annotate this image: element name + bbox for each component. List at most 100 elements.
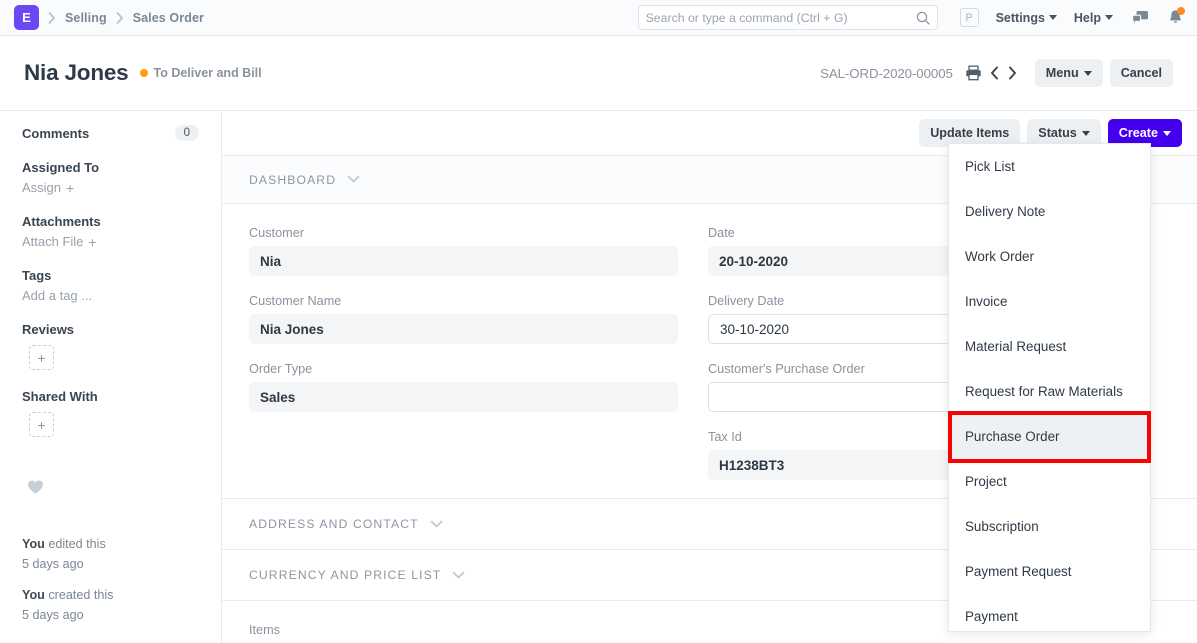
chat-icon[interactable] [1132,10,1149,26]
chevron-down-icon[interactable] [430,520,443,529]
assign-label: Assign [22,180,62,195]
page-title: Nia Jones [24,60,129,85]
activity-log: You edited this 5 days ago You created t… [22,535,199,625]
field-order-type: Order Type Sales [249,362,678,412]
activity-item: You created this 5 days ago [22,586,199,625]
activity-item: You edited this 5 days ago [22,535,199,574]
field-customer: Customer Nia [249,226,678,276]
field-customer-name: Customer Name Nia Jones [249,294,678,344]
field-value[interactable]: Sales [249,382,678,412]
next-document-icon[interactable] [1007,66,1018,80]
activity-actor: You [22,537,45,551]
like-heart-icon[interactable] [27,479,199,500]
top-navbar: E Selling Sales Order P Settings Help [0,0,1197,36]
attach-file-label: Attach File [22,234,84,249]
activity-time: 5 days ago [22,607,84,622]
shared-with-label: Shared With [22,389,98,404]
sidebar-section-assigned-to: Assigned To Assign + [22,160,199,195]
notifications-bell-icon[interactable] [1168,7,1185,26]
search-input[interactable] [645,10,916,25]
breadcrumb-sales-order[interactable]: Sales Order [133,11,204,25]
chevron-right-icon [116,11,124,24]
menu-item-purchase-order[interactable]: Purchase Order [949,414,1150,459]
menu-item-pick-list[interactable]: Pick List [949,144,1150,189]
cancel-button[interactable]: Cancel [1109,59,1173,87]
previous-document-icon[interactable] [989,66,1000,80]
app-root: E Selling Sales Order P Settings Help [0,0,1197,643]
menu-item-delivery-note[interactable]: Delivery Note [949,189,1150,234]
app-logo[interactable]: E [14,5,39,30]
field-label: Order Type [249,362,313,376]
attach-file-button[interactable]: Attach File + [22,234,199,249]
menu-item-project[interactable]: Project [949,459,1150,504]
chevron-down-icon [1081,130,1090,136]
plus-icon: + [88,233,97,250]
navbar-right-group: P Settings Help [637,5,1185,30]
menu-item-invoice[interactable]: Invoice [949,279,1150,324]
sidebar-section-attachments: Attachments Attach File + [22,214,199,249]
menu-item-payment[interactable]: Payment [949,594,1150,631]
avatar[interactable]: P [959,8,979,27]
status-dot-icon [139,69,148,77]
document-id: SAL-ORD-2020-00005 [820,65,953,81]
add-shared-user-button[interactable]: + [29,412,54,437]
document-sidebar: Comments 0 Assigned To Assign + Attachme… [0,111,221,643]
attachments-label: Attachments [22,214,101,229]
chevron-down-icon [1083,70,1092,76]
tags-label: Tags [22,268,52,283]
page-header: Nia Jones To Deliver and Bill SAL-ORD-20… [0,36,1197,111]
menu-button-label: Menu [1045,66,1079,80]
page-header-actions: SAL-ORD-2020-00005 Menu Cancel [820,59,1173,87]
chevron-down-icon [1048,15,1057,20]
help-label: Help [1073,10,1101,25]
menu-item-material-request[interactable]: Material Request [949,324,1150,369]
section-title: CURRENCY AND PRICE LIST [249,568,442,582]
create-dropdown-menu: Pick List Delivery Note Work Order Invoi… [948,143,1151,632]
reviews-label: Reviews [22,322,75,337]
status-badge: To Deliver and Bill [139,66,262,80]
breadcrumb-selling[interactable]: Selling [65,11,107,25]
menu-item-work-order[interactable]: Work Order [949,234,1150,279]
search-icon[interactable] [916,11,930,25]
activity-action: edited this [44,537,106,551]
assign-button[interactable]: Assign + [22,180,199,195]
print-icon[interactable] [965,65,982,81]
menu-button[interactable]: Menu [1034,59,1103,87]
activity-time: 5 days ago [22,556,84,571]
notification-badge-dot [1177,7,1185,15]
chevron-down-icon [1163,130,1171,136]
dashboard-section-title: DASHBOARD [249,172,337,187]
form-column-left: Customer Nia Customer Name Nia Jones Ord… [249,226,678,498]
menu-item-payment-request[interactable]: Payment Request [949,549,1150,594]
settings-menu[interactable]: Settings [996,11,1057,25]
section-title: ADDRESS AND CONTACT [249,517,419,531]
add-review-button[interactable]: + [29,345,54,370]
field-label: Customer [249,226,304,240]
chevron-down-icon[interactable] [347,175,360,184]
field-value[interactable]: Nia [249,246,678,276]
activity-action: created this [44,588,114,603]
sidebar-section-tags: Tags Add a tag ... [22,268,199,303]
settings-label: Settings [995,10,1045,25]
chevron-down-icon[interactable] [452,571,465,580]
chevron-down-icon [1105,15,1113,20]
status-label: To Deliver and Bill [153,66,262,80]
field-label: Customer Name [249,294,342,308]
plus-icon: + [66,179,75,196]
create-button-label: Create [1118,126,1158,140]
search-box[interactable] [637,5,938,30]
assigned-to-label: Assigned To [22,160,100,175]
sidebar-section-comments[interactable]: Comments 0 [22,125,199,141]
chevron-right-icon [48,11,56,24]
comments-label: Comments [22,125,90,141]
sidebar-section-shared-with: Shared With + [22,389,199,437]
menu-item-subscription[interactable]: Subscription [949,504,1150,549]
menu-item-request-for-raw-materials[interactable]: Request for Raw Materials [949,369,1150,414]
add-tag-input[interactable]: Add a tag ... [22,288,199,303]
field-value[interactable]: Nia Jones [249,314,678,344]
help-menu[interactable]: Help [1074,11,1113,25]
sidebar-section-reviews: Reviews + [22,322,199,370]
status-button-label: Status [1038,126,1077,140]
activity-actor: You [22,588,45,603]
comments-count-badge: 0 [174,125,199,141]
